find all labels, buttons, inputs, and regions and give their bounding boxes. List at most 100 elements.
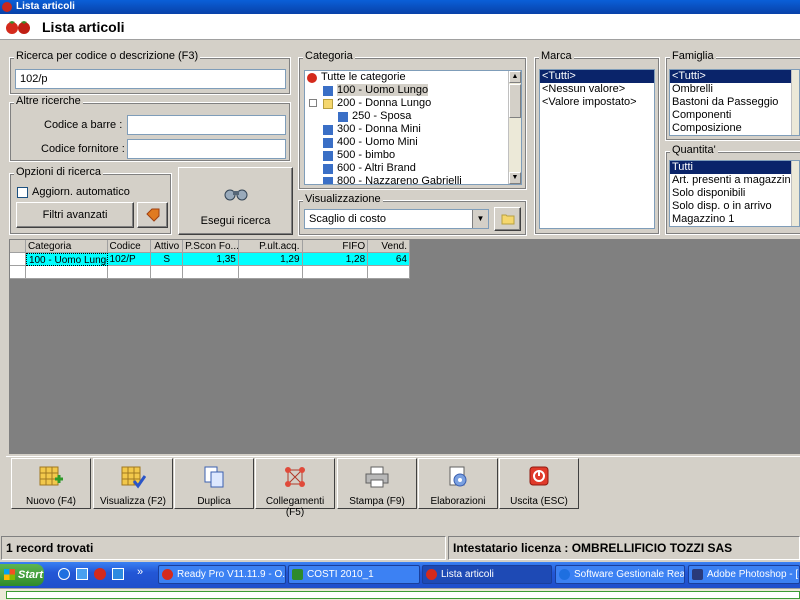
column-header[interactable]: Codice — [107, 240, 152, 253]
list-item[interactable]: <Valore impostato> — [540, 96, 654, 109]
ie-icon — [559, 569, 570, 580]
view-select[interactable]: Scaglio di costo ▼ — [304, 209, 489, 229]
list-item[interactable]: Solo disp. o in arrivo — [670, 200, 799, 213]
list-item[interactable]: Composizione — [670, 122, 799, 135]
taskbar-item[interactable]: Adobe Photoshop - [102 — [688, 565, 800, 584]
search-options-label: Opzioni di ricerca — [14, 166, 103, 178]
table-cell[interactable]: 100 - Uomo Lungo — [25, 253, 108, 266]
outlook-icon[interactable] — [76, 568, 88, 580]
tree-item[interactable]: 250 - Sposa — [305, 110, 521, 123]
column-header[interactable]: P.Scon Fo... — [183, 240, 239, 253]
taskbar-item[interactable]: Software Gestionale Rea... — [555, 565, 685, 584]
table-cell[interactable] — [25, 266, 108, 279]
duplicate-button[interactable]: Duplica — [174, 458, 254, 509]
category-icon — [323, 177, 333, 184]
list-item[interactable]: Ombrelli — [670, 83, 799, 96]
exit-button[interactable]: Uscita (ESC) — [499, 458, 579, 509]
auto-update-checkbox[interactable] — [17, 187, 28, 198]
table-cell[interactable]: 1,35 — [183, 253, 239, 266]
scroll-up-icon[interactable]: ▲ — [509, 71, 521, 83]
list-item[interactable]: <Nessun valore> — [540, 83, 654, 96]
list-item[interactable]: Solo disponibili — [670, 187, 799, 200]
table-row[interactable]: 100 - Uomo Lungo 102/P S 1,35 1,29 1,28 … — [10, 253, 410, 266]
brand-list[interactable]: <Tutti> <Nessun valore> <Valore impostat… — [539, 69, 655, 229]
column-header[interactable]: P.ult.acq. — [238, 240, 303, 253]
photoshop-icon — [692, 569, 703, 580]
taskbar-item[interactable]: Ready Pro V11.11.9 - O... — [158, 565, 286, 584]
folder-icon — [501, 214, 514, 225]
view-button[interactable]: Visualizza (F2) — [93, 458, 173, 509]
duplicate-icon — [204, 466, 224, 488]
strawberry-icon — [426, 569, 437, 580]
open-folder-button[interactable] — [494, 207, 521, 231]
table-cell[interactable] — [183, 266, 239, 279]
windows-logo-icon — [4, 569, 15, 580]
table-cell[interactable] — [302, 266, 369, 279]
filter-tag-button[interactable] — [137, 202, 168, 228]
column-header[interactable]: Attivo — [151, 240, 184, 253]
table-cell[interactable] — [151, 266, 184, 279]
run-search-button[interactable]: Esegui ricerca — [178, 167, 293, 235]
family-scrollbar[interactable] — [791, 70, 799, 135]
table-row-empty[interactable] — [10, 266, 410, 279]
search-input[interactable]: 102/p — [15, 69, 286, 89]
barcode-input[interactable] — [127, 115, 286, 135]
quantity-list[interactable]: Tutti Art. presenti a magazzino Solo dis… — [669, 160, 800, 227]
tree-item[interactable]: 300 - Donna Mini — [305, 123, 521, 136]
links-icon — [285, 467, 305, 487]
list-item[interactable]: <Tutti> — [670, 70, 799, 83]
list-item[interactable]: Art. presenti a magazzino — [670, 174, 799, 187]
chevron-double-right-icon[interactable]: » — [137, 566, 143, 578]
quantity-scrollbar[interactable] — [791, 161, 799, 226]
taskbar-item-active[interactable]: Lista articoli — [422, 565, 552, 584]
table-cell[interactable]: S — [151, 253, 184, 266]
table-cell[interactable]: 64 — [368, 253, 410, 266]
tree-item[interactable]: Tutte le categorie — [305, 71, 521, 84]
table-cell[interactable] — [107, 266, 152, 279]
articles-grid[interactable]: Categoria Codice Attivo P.Scon Fo... P.u… — [9, 239, 411, 280]
column-header[interactable]: FIFO — [302, 240, 369, 253]
category-icon — [338, 112, 348, 122]
family-list[interactable]: <Tutti> Ombrelli Bastoni da Passeggio Co… — [669, 69, 800, 136]
chevron-down-icon[interactable]: ▼ — [472, 210, 488, 228]
tree-item[interactable]: 600 - Altri Brand — [305, 162, 521, 175]
category-scrollbar[interactable]: ▲ ▼ — [508, 71, 521, 184]
supplier-code-input[interactable] — [127, 139, 286, 159]
table-cell[interactable] — [368, 266, 410, 279]
strawberry-logo-icon — [6, 21, 30, 34]
scroll-down-icon[interactable]: ▼ — [509, 172, 521, 184]
table-cell[interactable] — [238, 266, 303, 279]
tree-item[interactable]: 500 - bimbo — [305, 149, 521, 162]
table-cell[interactable]: 102/P — [107, 253, 152, 266]
column-header[interactable]: Categoria — [25, 240, 108, 253]
list-item[interactable]: <Tutti> — [540, 70, 654, 83]
table-cell[interactable]: 1,29 — [238, 253, 303, 266]
search-group-label: Ricerca per codice o descrizione (F3) — [14, 50, 201, 62]
tree-item[interactable]: 200 - Donna Lungo — [305, 97, 521, 110]
list-item[interactable]: Tutti — [670, 161, 799, 174]
list-item[interactable]: Bastoni da Passeggio — [670, 96, 799, 109]
tree-item[interactable]: 800 - Nazzareno Gabrielli — [305, 175, 521, 184]
exit-label: Uscita (ESC) — [510, 496, 568, 507]
taskbar-item[interactable]: COSTI 2010_1 — [288, 565, 420, 584]
print-button[interactable]: Stampa (F9) — [337, 458, 417, 509]
advanced-filters-button[interactable]: Filtri avanzati — [16, 202, 134, 228]
tree-item[interactable]: 400 - Uomo Mini — [305, 136, 521, 149]
app-icon[interactable] — [112, 568, 124, 580]
tree-item[interactable]: 100 - Uomo Lungo — [305, 84, 521, 97]
duplicate-label: Duplica — [197, 496, 231, 507]
table-cell[interactable]: 1,28 — [302, 253, 369, 266]
column-header[interactable]: Vend. — [368, 240, 410, 253]
run-search-label: Esegui ricerca — [200, 215, 271, 227]
row-indicator-header — [10, 240, 26, 253]
processing-button[interactable]: Elaborazioni — [418, 458, 498, 509]
scroll-thumb[interactable] — [509, 84, 521, 118]
start-button[interactable]: Start — [0, 564, 44, 586]
list-item[interactable]: Magazzino 1 — [670, 213, 799, 226]
links-button[interactable]: Collegamenti (F5) — [255, 458, 335, 518]
new-button[interactable]: Nuovo (F4) — [11, 458, 91, 509]
list-item[interactable]: Componenti — [670, 109, 799, 122]
category-tree[interactable]: Tutte le categorie 100 - Uomo Lungo 200 … — [304, 70, 522, 185]
ie-icon[interactable] — [58, 568, 70, 580]
strawberry-icon[interactable] — [94, 568, 106, 580]
